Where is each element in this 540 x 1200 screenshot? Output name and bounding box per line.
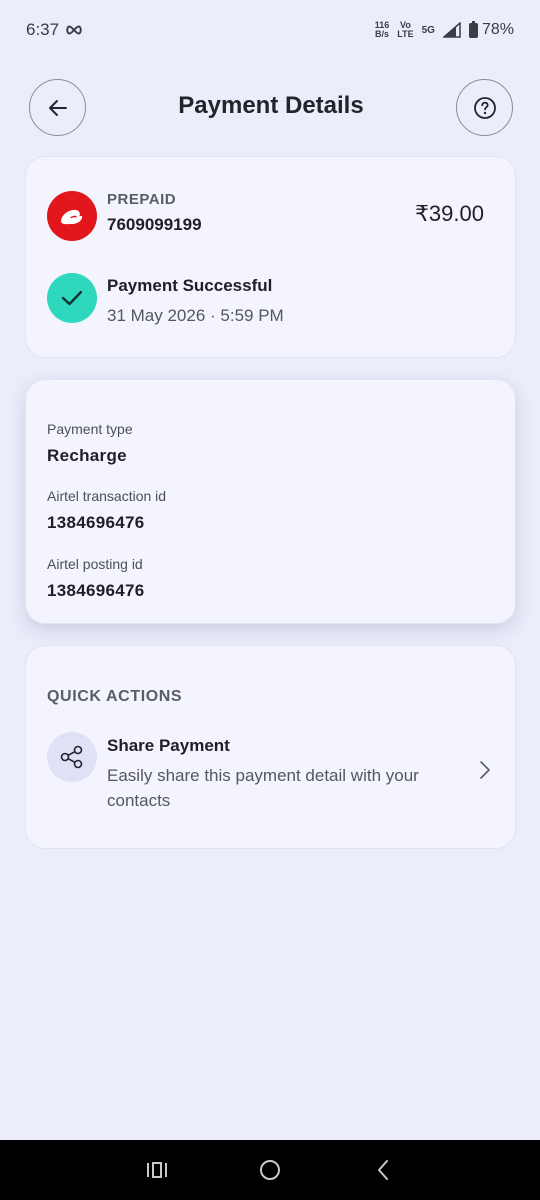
quick-actions-heading: QUICK ACTIONS: [47, 688, 183, 705]
signal-icon: [442, 22, 461, 38]
question-circle-icon: [473, 96, 496, 119]
status-time: 6:37: [26, 20, 60, 39]
network-type: 5G: [421, 24, 435, 36]
share-payment-title: Share Payment: [107, 736, 230, 755]
check-icon: [61, 290, 83, 306]
home-circle-icon: [259, 1160, 280, 1180]
back-nav-button[interactable]: [363, 1150, 403, 1190]
share-payment-action[interactable]: Share Payment Easily share this payment …: [26, 726, 517, 826]
payment-summary-card: PREPAID 7609099199 ₹39.00 Payment Succes…: [25, 156, 516, 358]
chevron-left-icon: [378, 1160, 389, 1180]
posting-id-label: Airtel posting id: [47, 556, 143, 572]
quick-actions-card: QUICK ACTIONS Share Payment Easily share…: [25, 645, 516, 849]
success-check-icon: [47, 273, 97, 323]
payment-type-value: Recharge: [47, 446, 127, 465]
chevron-right-icon: [480, 761, 490, 779]
payment-type-label: Payment type: [47, 421, 133, 437]
payment-details-card: Payment type Recharge Airtel transaction…: [25, 379, 516, 624]
page-header: Payment Details: [29, 79, 513, 136]
payment-datetime: 31 May 2026 · 5:59 PM: [107, 306, 284, 325]
data-speed-unit: B/s: [375, 29, 390, 39]
status-bar: 6:37 116 B/s Vo LTE 5G 78%: [0, 0, 540, 60]
infinity-icon: [66, 25, 82, 35]
payment-amount: ₹39.00: [414, 201, 484, 226]
payment-status: Payment Successful: [107, 276, 273, 295]
recent-apps-button[interactable]: [137, 1150, 177, 1190]
airtel-logo: [47, 191, 97, 241]
battery-icon: [468, 20, 478, 38]
home-button[interactable]: [250, 1150, 290, 1190]
status-left: 6:37: [26, 20, 83, 40]
posting-id-value: 1384696476: [47, 581, 145, 600]
data-speed: 116 B/s: [375, 21, 390, 39]
volte-indicator: Vo LTE: [397, 21, 413, 39]
mobile-number: 7609099199: [107, 215, 202, 234]
help-button[interactable]: [456, 79, 513, 136]
volte-bottom: LTE: [397, 29, 414, 39]
share-payment-description: Easily share this payment detail with yo…: [107, 766, 419, 810]
transaction-id-value: 1384696476: [47, 513, 145, 532]
share-glyph-icon: [60, 745, 83, 769]
recents-icon: [146, 1162, 167, 1178]
page-title: Payment Details: [178, 92, 364, 119]
transaction-id-label: Airtel transaction id: [47, 488, 167, 504]
status-right: 116 B/s Vo LTE 5G 78%: [375, 20, 514, 39]
share-icon: [47, 732, 97, 782]
system-navigation-bar: [0, 1140, 540, 1200]
battery-level: 78%: [481, 21, 514, 38]
airtel-swoosh-icon: [61, 209, 83, 225]
plan-type: PREPAID: [107, 191, 177, 208]
